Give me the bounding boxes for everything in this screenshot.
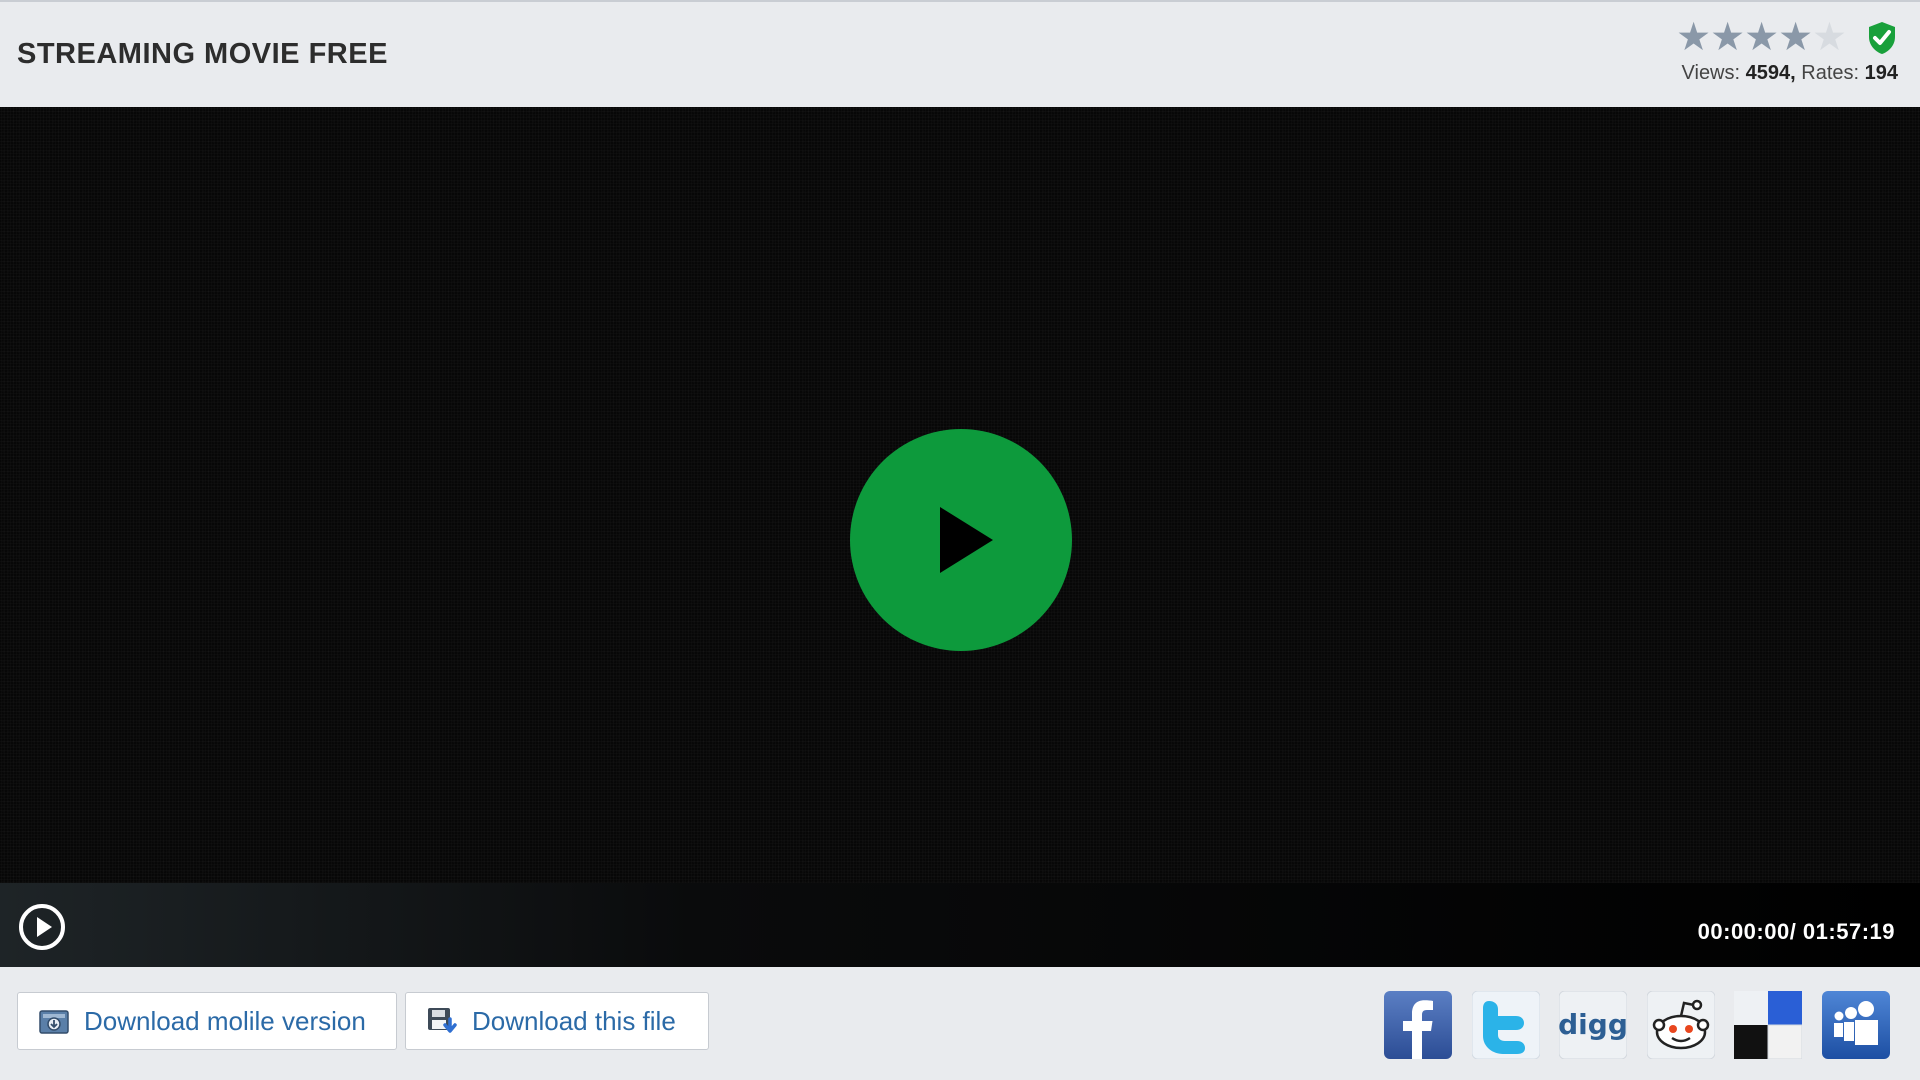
reddit-icon[interactable]: [1647, 991, 1715, 1059]
time-display: 00:00:00/ 01:57:19: [1697, 919, 1895, 944]
mobile-download-icon: [39, 1010, 69, 1034]
view-stats: Views: 4594, Rates: 194: [1682, 62, 1898, 85]
download-file-label: Download this file: [472, 1005, 676, 1036]
page-title: STREAMING MOVIE FREE: [17, 38, 388, 70]
rates-label: Rates:: [1801, 62, 1860, 84]
play-icon: [940, 507, 993, 573]
digg-icon[interactable]: digg: [1559, 991, 1627, 1059]
twitter-icon[interactable]: [1472, 991, 1540, 1059]
download-mobile-button[interactable]: Download molile version: [17, 992, 397, 1050]
floppy-download-icon: [428, 1008, 457, 1033]
control-play-icon[interactable]: [18, 903, 66, 951]
star-3-icon[interactable]: ★: [1744, 18, 1779, 57]
star-rating[interactable]: ★★★★★: [1676, 18, 1847, 57]
delicious-icon[interactable]: [1734, 991, 1802, 1059]
rating-panel: ★★★★★ Views: 4594, Rates: 194: [1668, 18, 1898, 88]
views-label: Views:: [1681, 62, 1741, 84]
big-play-button[interactable]: [850, 429, 1072, 651]
footer: Download molile version Download this fi…: [0, 967, 1920, 1080]
star-4-icon[interactable]: ★: [1778, 18, 1813, 57]
download-mobile-label: Download molile version: [84, 1005, 366, 1036]
verified-shield-icon: [1869, 22, 1895, 54]
facebook-icon[interactable]: [1384, 991, 1452, 1059]
views-count: 4594,: [1745, 62, 1796, 84]
digg-text: digg: [1559, 1008, 1627, 1041]
myspace-icon[interactable]: [1822, 991, 1890, 1059]
rates-count: 194: [1864, 62, 1898, 84]
download-file-button[interactable]: Download this file: [405, 992, 709, 1050]
header: STREAMING MOVIE FREE ★★★★★ Views: 4594, …: [0, 0, 1920, 107]
video-player[interactable]: 00:00:00/ 01:57:19: [0, 107, 1920, 967]
page: STREAMING MOVIE FREE ★★★★★ Views: 4594, …: [0, 0, 1920, 1080]
star-5-icon[interactable]: ★: [1812, 18, 1847, 57]
star-1-icon[interactable]: ★: [1676, 18, 1711, 57]
star-2-icon[interactable]: ★: [1710, 18, 1745, 57]
player-controls: 00:00:00/ 01:57:19: [0, 883, 1920, 967]
